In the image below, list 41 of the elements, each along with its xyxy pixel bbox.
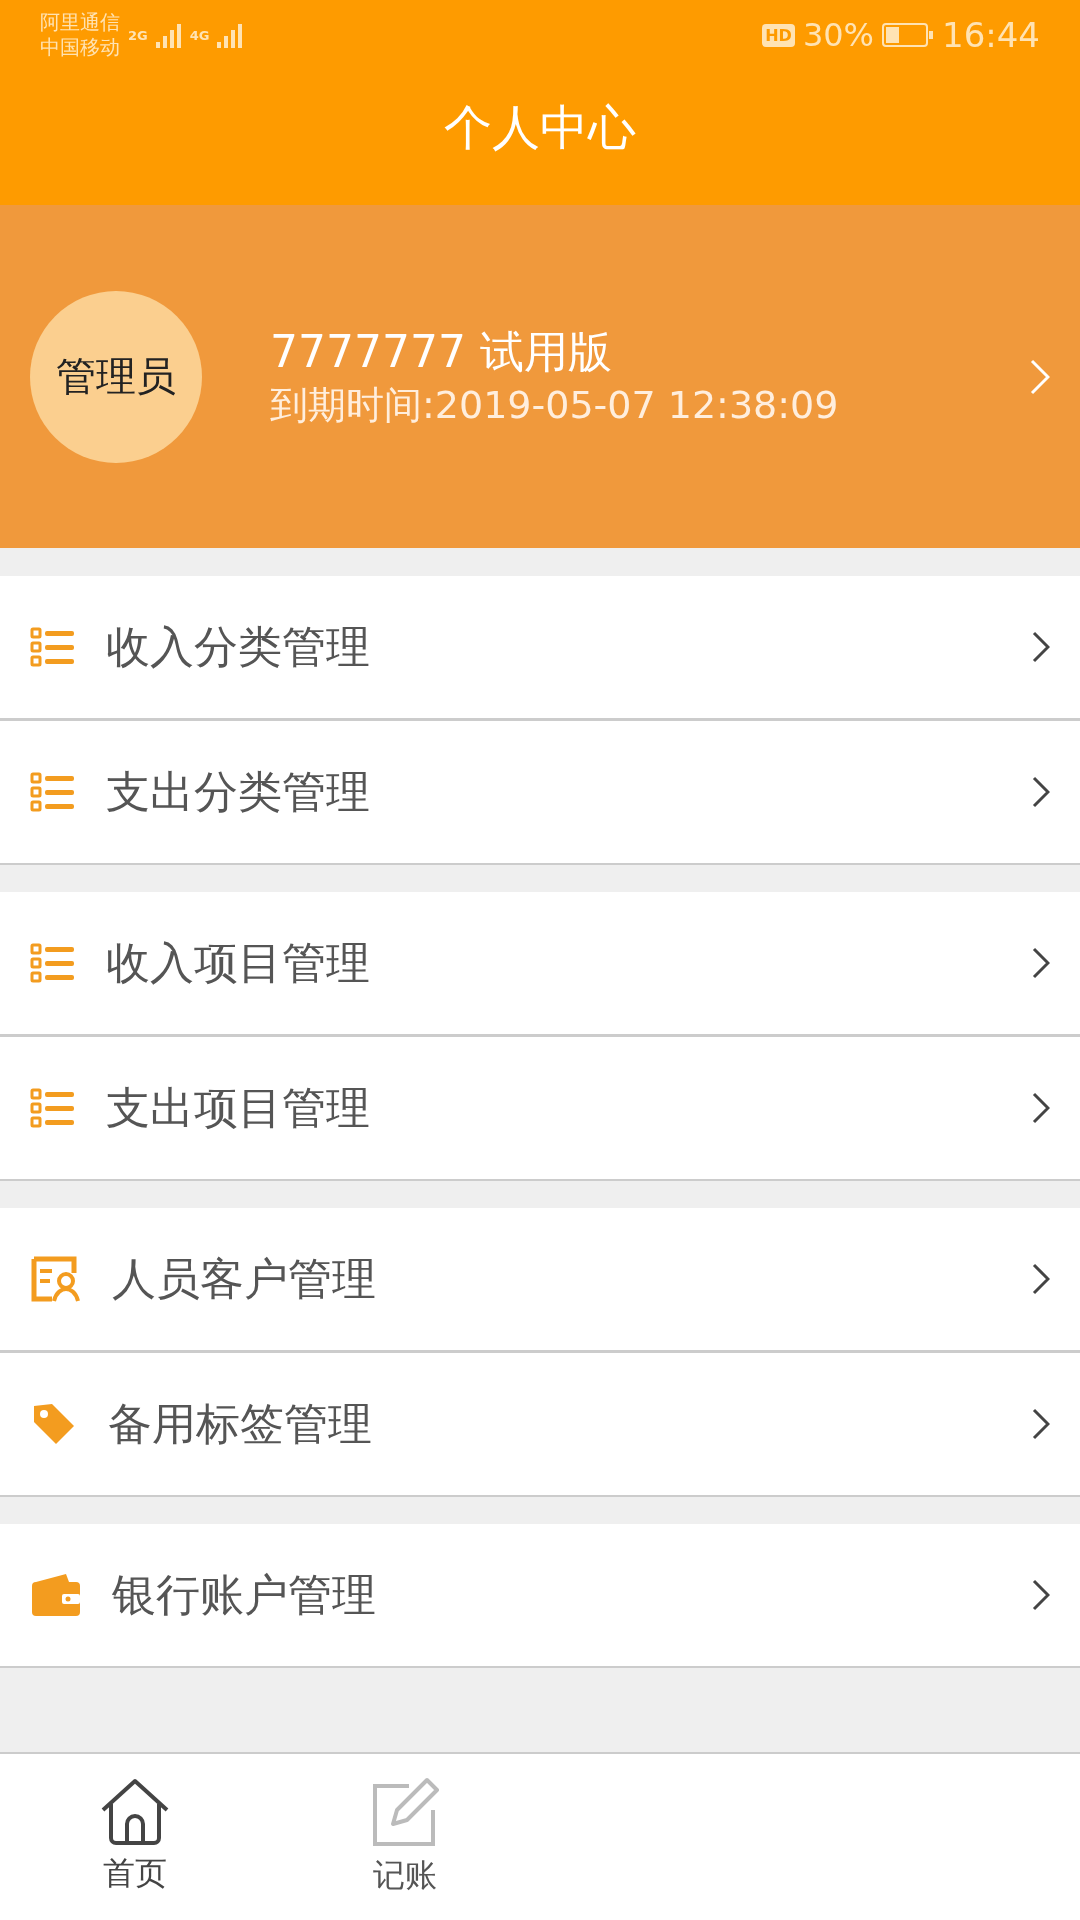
battery-percent: 30% — [802, 16, 874, 54]
expiry-time: 到期时间:2019-05-07 12:38:09 — [270, 381, 840, 429]
menu-label: 收入项目管理 — [106, 935, 371, 990]
battery-icon — [882, 23, 934, 47]
menu-label: 支出分类管理 — [106, 764, 371, 819]
carrier-label: 阿里通信 — [40, 10, 120, 35]
chevron-right-icon — [1032, 1579, 1050, 1611]
network-label: 2G — [128, 27, 148, 43]
tab[interactable]: 首页 — [0, 1754, 270, 1920]
chevron-right-icon — [1032, 631, 1050, 663]
chevron-right-icon — [1032, 947, 1050, 979]
signal-icon — [217, 22, 244, 48]
hd-badge: HD — [762, 23, 795, 47]
home-icon — [99, 1778, 171, 1846]
chevron-right-icon — [1032, 1092, 1050, 1124]
list-icon — [30, 941, 76, 985]
tab-label: 首页 — [103, 1853, 167, 1894]
list-icon — [30, 770, 76, 814]
list-icon — [30, 1086, 76, 1130]
chevron-right-icon — [1032, 1408, 1050, 1440]
signal-icon — [155, 22, 182, 48]
menu-label: 人员客户管理 — [112, 1251, 377, 1306]
tab-label: 记账 — [373, 1855, 437, 1896]
list-icon — [30, 625, 76, 669]
chevron-right-icon — [1032, 776, 1050, 808]
carrier-label: 中国移动 — [40, 35, 120, 60]
account-name: 7777777 试用版 — [270, 324, 613, 379]
tab[interactable]: 记账 — [270, 1754, 540, 1920]
menu-label: 备用标签管理 — [108, 1396, 373, 1451]
wallet-icon — [30, 1572, 82, 1618]
chevron-right-icon — [1032, 1263, 1050, 1295]
chevron-right-icon — [1030, 358, 1050, 395]
person-card-icon — [30, 1255, 82, 1303]
avatar: 管理员 — [30, 290, 202, 463]
page-title: 个人中心 — [443, 97, 637, 157]
network-label: 4G — [189, 27, 210, 43]
profile-banner[interactable]: 管理员 7777777 试用版 到期时间:2019-05-07 12:38:09 — [0, 205, 1080, 548]
menu-label: 银行账户管理 — [112, 1567, 377, 1622]
menu-label: 收入分类管理 — [106, 619, 371, 674]
clock-time: 16:44 — [942, 15, 1040, 55]
menu-label: 支出项目管理 — [106, 1080, 371, 1135]
